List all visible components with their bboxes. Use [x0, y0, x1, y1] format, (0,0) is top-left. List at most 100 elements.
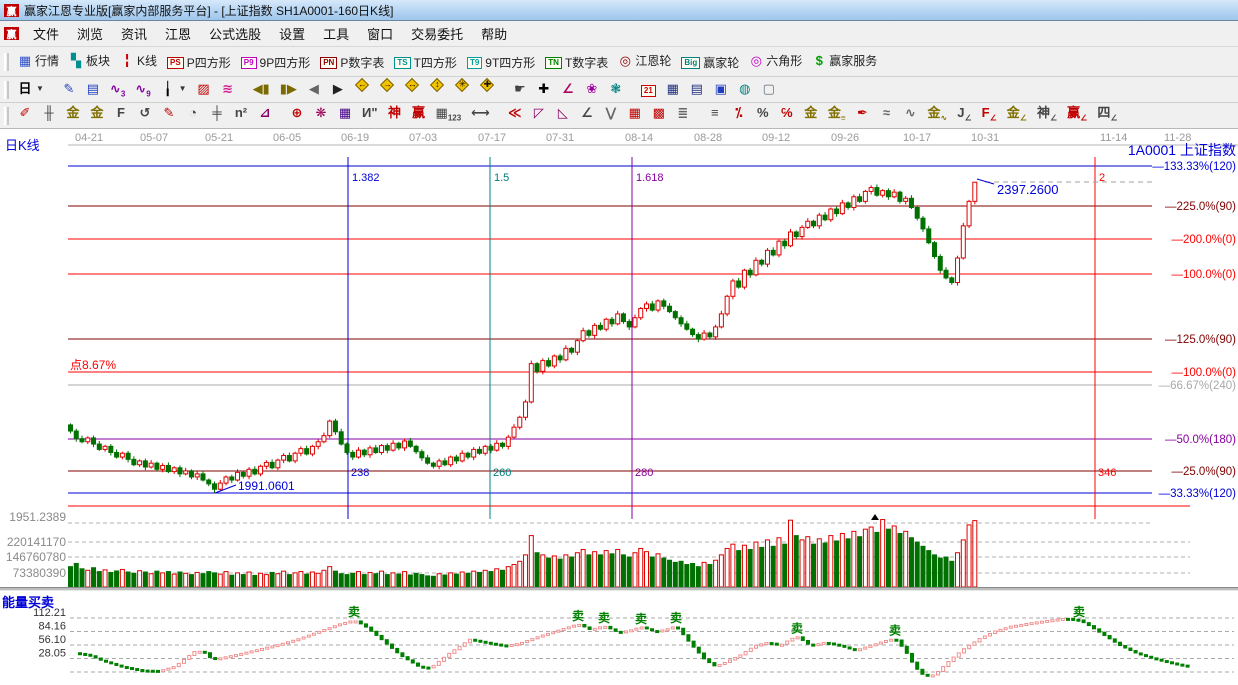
toolbar-grip[interactable]: [4, 81, 9, 99]
notepad-button[interactable]: ▤: [685, 79, 709, 99]
k-count-button[interactable]: И": [357, 103, 383, 123]
p-square-button[interactable]: PSP四方形: [162, 51, 236, 74]
p-number-table-button[interactable]: PNP数字表: [315, 51, 389, 74]
stock-list-button[interactable]: ▤: [81, 79, 105, 99]
gann-wheel-button[interactable]: ◎江恩轮: [613, 49, 676, 72]
title-bar[interactable]: 赢 赢家江恩专业版[赢家内部服务平台] - [上证指数 SH1A0001-160…: [0, 0, 1238, 21]
fan-box-2-button[interactable]: ◺: [551, 103, 575, 123]
win-angle-button[interactable]: 赢∠: [1062, 103, 1092, 129]
win-grid-button[interactable]: 赢: [407, 103, 431, 123]
hexagon-button[interactable]: ◎六角形: [744, 49, 807, 72]
percent-button[interactable]: %: [751, 103, 775, 123]
winner-service-button[interactable]: $赢家服务: [807, 49, 882, 72]
gold-angle-button[interactable]: 金∠: [1002, 103, 1032, 129]
first-bar-button[interactable]: ◀▮: [248, 79, 275, 99]
remote-pc-button[interactable]: ▢: [757, 79, 781, 99]
hand-tool-button[interactable]: ☛: [508, 79, 532, 99]
kline-period-combo-button[interactable]: 日▼: [13, 79, 49, 99]
9p-square-button[interactable]: P99P四方形: [236, 51, 315, 74]
pen-flag-button[interactable]: ✒: [851, 103, 875, 123]
wave-channel-button[interactable]: ≈: [875, 103, 899, 123]
price-grid-button[interactable]: ▦: [623, 103, 647, 123]
quotes-button[interactable]: ▦行情: [13, 49, 64, 72]
angle-lines-button[interactable]: ∠: [575, 103, 599, 123]
gold-line-button[interactable]: 金≡: [823, 103, 851, 129]
gann-grid-button[interactable]: ╫: [37, 103, 61, 123]
web-grid-button[interactable]: ▦: [333, 103, 357, 123]
pen-grid-button[interactable]: ✎: [157, 103, 181, 123]
diamond-expand-all-button[interactable]: ✳: [450, 75, 475, 96]
gold-grid-2-button[interactable]: 金: [85, 103, 109, 123]
draw-pen-button[interactable]: ✐: [13, 103, 37, 123]
calendar-button[interactable]: 21: [636, 82, 661, 100]
dense-grid-button[interactable]: ╪: [205, 103, 229, 123]
menu-item-1[interactable]: 浏览: [68, 24, 112, 45]
f-grid-button[interactable]: F: [109, 103, 133, 123]
menu-item-2[interactable]: 资讯: [112, 24, 156, 45]
menu-item-9[interactable]: 帮助: [472, 24, 516, 45]
spider-web-button[interactable]: ❋: [309, 103, 333, 123]
n-square-button[interactable]: n²: [229, 103, 253, 123]
prev-bar-button[interactable]: ◀: [302, 79, 326, 99]
circle-cross-button[interactable]: ⊕: [285, 103, 309, 123]
indicator-title[interactable]: 能量买卖: [2, 592, 54, 611]
clock-grid-button[interactable]: ◔: [181, 103, 205, 123]
menu-item-6[interactable]: 工具: [314, 24, 358, 45]
fan-box-button[interactable]: ◸: [527, 103, 551, 123]
kline-button[interactable]: ╏K线: [115, 49, 162, 72]
v-lines-button[interactable]: ⋁: [599, 103, 623, 123]
menu-item-5[interactable]: 设置: [270, 24, 314, 45]
stat-bars-button[interactable]: ≡: [703, 103, 727, 123]
sectors-button[interactable]: ▚板块: [64, 49, 115, 72]
toolbar-grip[interactable]: [4, 107, 9, 125]
four-angle-button[interactable]: 四∠: [1092, 103, 1122, 129]
gold-angle-wave-button[interactable]: 金∿: [923, 103, 953, 129]
spiral-tool-button[interactable]: ↺: [133, 103, 157, 123]
next-bar-button[interactable]: ▶: [326, 79, 350, 99]
wave-box-button[interactable]: ∿: [899, 103, 923, 123]
t-number-table-button[interactable]: TNT数字表: [540, 51, 613, 74]
gold-grid-1-button[interactable]: 金: [61, 103, 85, 123]
menu-item-8[interactable]: 交易委托: [402, 24, 472, 45]
last-bar-button[interactable]: ▮▶: [275, 79, 302, 99]
pane-splitter[interactable]: [0, 587, 1238, 591]
candle-style-combo-button[interactable]: ╽▼: [156, 79, 192, 99]
symbol-label[interactable]: 1A0001 上证指数: [1128, 140, 1236, 160]
pattern-red-button[interactable]: ▨: [192, 79, 216, 99]
zigzag-select-button[interactable]: ✎: [57, 79, 81, 99]
wave-9-button[interactable]: ∿9: [130, 79, 155, 105]
gann-fan-button[interactable]: ≪: [503, 103, 527, 123]
period-label[interactable]: 日K线: [5, 135, 40, 154]
winner-wheel-button[interactable]: Big赢家轮: [676, 51, 744, 74]
diamond-center-button[interactable]: ✚: [475, 75, 500, 96]
span-arrows-button[interactable]: ⟷: [466, 103, 495, 123]
toolbar-grip[interactable]: [4, 53, 9, 71]
save-button[interactable]: ▣: [709, 79, 733, 99]
calculator-button[interactable]: ▦: [661, 79, 685, 99]
ruler-123-button[interactable]: ▦123: [431, 103, 467, 129]
percent-slash-button[interactable]: ⁒: [727, 103, 751, 123]
crosshair-tool-button[interactable]: ✚: [532, 79, 556, 99]
j-angle-button[interactable]: J∠: [952, 103, 976, 129]
chart-plot[interactable]: 04-2105-0705-2106-0506-1907-0307-1707-31…: [0, 129, 1238, 685]
wave-3-button[interactable]: ∿3: [105, 79, 130, 105]
shen-angle-button[interactable]: 神∠: [1032, 103, 1062, 129]
f-angle-button[interactable]: F∠: [977, 103, 1002, 129]
angle-a-button[interactable]: ⊿: [253, 103, 277, 123]
percent-line-button[interactable]: ℅: [775, 103, 799, 123]
9t-square-button[interactable]: T99T四方形: [462, 51, 540, 74]
diamond-shift-right-button[interactable]: →: [375, 75, 400, 96]
menu-item-4[interactable]: 公式选股: [200, 24, 270, 45]
angle-measure-tool-button[interactable]: ∠: [556, 79, 580, 99]
diamond-expand-h-button[interactable]: ↔: [400, 75, 425, 96]
shen-grid-button[interactable]: 神: [383, 103, 407, 123]
menu-item-0[interactable]: 文件: [24, 24, 68, 45]
color-histogram-button[interactable]: ≋: [216, 79, 240, 99]
web-tool-button[interactable]: ❃: [604, 79, 628, 99]
diamond-expand-v-button[interactable]: ↕: [425, 75, 450, 96]
flower-tool-button[interactable]: ❀: [580, 79, 604, 99]
parallel-lines-button[interactable]: ≣: [671, 103, 695, 123]
network-button[interactable]: ◍: [733, 79, 757, 99]
price-grid-2-button[interactable]: ▩: [647, 103, 671, 123]
gold-circle-button[interactable]: 金: [799, 103, 823, 123]
